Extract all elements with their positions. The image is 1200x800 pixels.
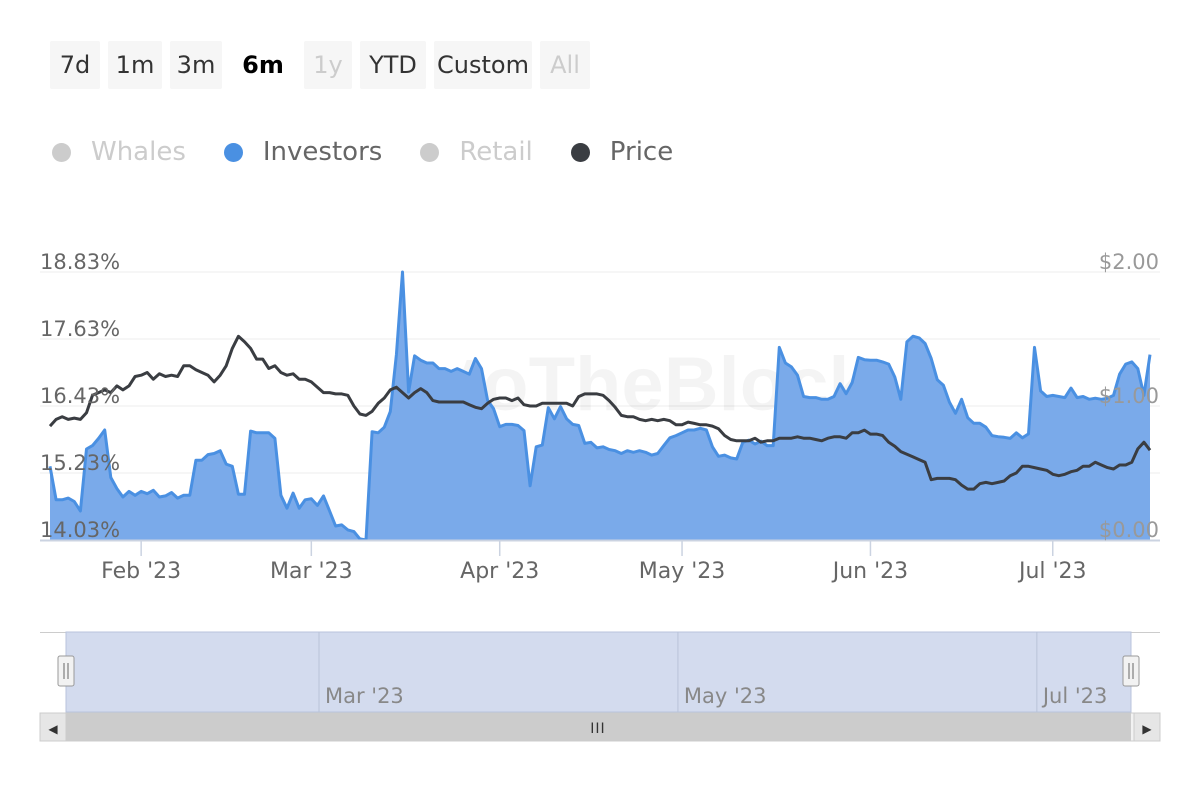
navigator-label: Jul '23 [1041, 684, 1108, 708]
y-right-tick-label: $0.00 [1099, 518, 1159, 542]
navigator-label: May '23 [684, 684, 767, 708]
y-right-tick-label: $1.00 [1099, 384, 1159, 408]
navigator[interactable]: Mar '23 May '23 Jul '23 III ◀ ▶ [39, 631, 1161, 742]
navigator-selection[interactable] [65, 631, 1132, 713]
navigator-handle-left[interactable] [57, 655, 75, 687]
y-right-tick-label: $2.00 [1099, 250, 1159, 274]
navigator-label: Mar '23 [325, 684, 404, 708]
chart: IntoTheBlock Feb '23 Mar '23 Apr '23 May '2… [39, 250, 1161, 742]
x-tick-label: Jun '23 [831, 559, 908, 584]
x-tick-label: Mar '23 [270, 559, 353, 584]
scroll-right-arrow-icon: ▶ [1142, 722, 1152, 736]
x-axis: Feb '23 Mar '23 Apr '23 May '23 Jun '23 Jul '… [40, 539, 1160, 584]
x-tick-label: Feb '23 [101, 559, 181, 584]
handle-body[interactable] [57, 655, 75, 687]
x-tick-label: Jul '23 [1017, 559, 1087, 584]
scrollbar-grip-icon: III [590, 721, 605, 737]
y-left-tick-label: 16.43% [40, 384, 120, 408]
scroll-left-arrow-icon: ◀ [48, 722, 58, 736]
y-left-tick-label: 18.83% [40, 250, 120, 274]
x-tick-label: Apr '23 [460, 559, 539, 584]
y-left-tick-label: 15.23% [40, 451, 120, 475]
y-left-tick-label: 17.63% [40, 317, 120, 341]
handle-body[interactable] [1122, 655, 1140, 687]
y-left-tick-label: 14.03% [40, 518, 120, 542]
x-tick-label: May '23 [639, 559, 726, 584]
navigator-handle-right[interactable] [1122, 655, 1140, 687]
